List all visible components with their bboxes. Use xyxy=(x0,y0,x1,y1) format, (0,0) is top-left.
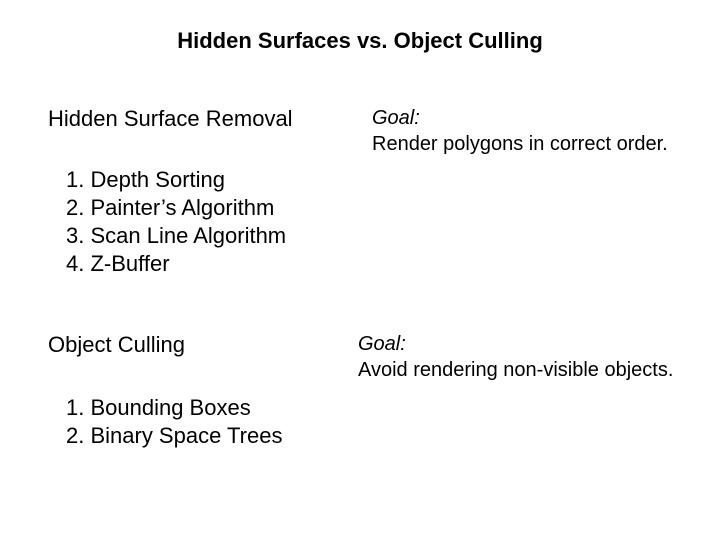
list-item: 1. Depth Sorting xyxy=(66,166,286,194)
goal-label: Goal: xyxy=(358,333,406,355)
list-item: 2. Painter’s Algorithm xyxy=(66,194,286,222)
list-item: 2. Binary Space Trees xyxy=(66,422,282,450)
goal-label: Goal: xyxy=(372,107,420,129)
object-culling-goal: Goal: Avoid rendering non-visible object… xyxy=(358,332,673,383)
page-title: Hidden Surfaces vs. Object Culling xyxy=(0,28,720,54)
list-item: 4. Z-Buffer xyxy=(66,250,286,278)
hidden-surface-goal: Goal: Render polygons in correct order. xyxy=(372,106,668,157)
goal-text: Render polygons in correct order. xyxy=(372,133,668,155)
object-culling-heading: Object Culling xyxy=(48,332,185,358)
list-item: 3. Scan Line Algorithm xyxy=(66,222,286,250)
object-culling-list: 1. Bounding Boxes 2. Binary Space Trees xyxy=(66,394,282,450)
list-item: 1. Bounding Boxes xyxy=(66,394,282,422)
hidden-surface-list: 1. Depth Sorting 2. Painter’s Algorithm … xyxy=(66,166,286,279)
goal-text: Avoid rendering non-visible objects. xyxy=(358,359,673,381)
hidden-surface-heading: Hidden Surface Removal xyxy=(48,106,293,132)
